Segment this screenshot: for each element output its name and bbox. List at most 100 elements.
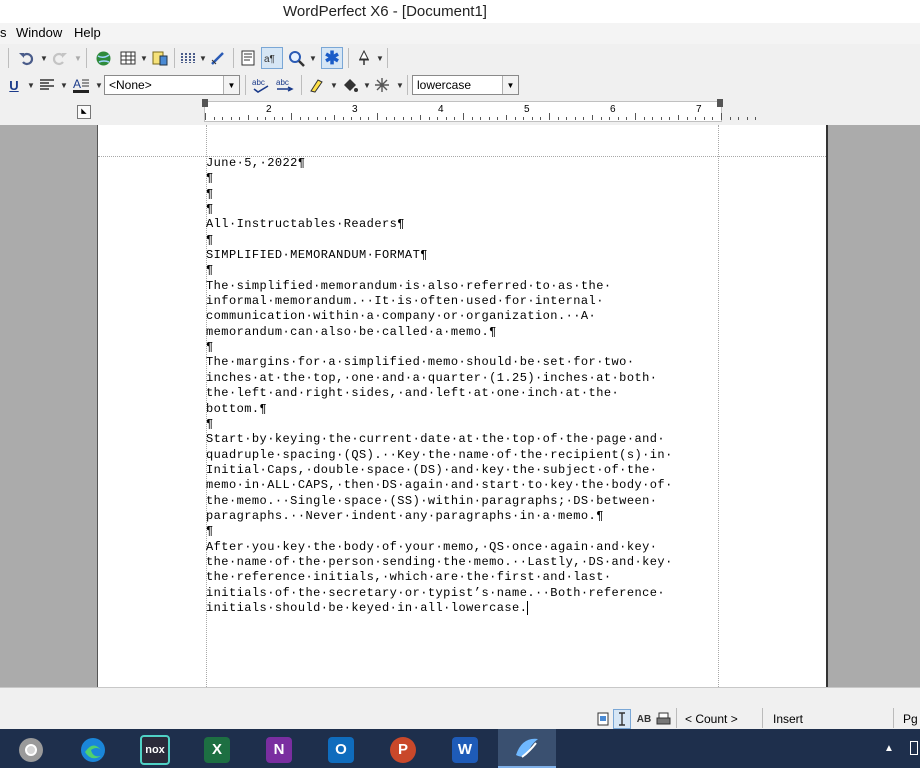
document-line[interactable]: initials·of·the·secretary·or·typist’s·na… — [206, 586, 726, 601]
draw-line-button[interactable] — [208, 48, 228, 68]
reveal-button[interactable]: ✱ — [321, 47, 343, 69]
justification-dropdown-icon[interactable]: ▼ — [60, 81, 68, 90]
ruler-tick — [385, 117, 387, 120]
document-line[interactable]: the·reference·initials,·which·are·the·fi… — [206, 570, 726, 585]
ruler-corner-icon[interactable]: ◣ — [77, 105, 91, 119]
undo-dropdown-icon[interactable]: ▼ — [40, 54, 48, 63]
justification-button[interactable] — [38, 75, 56, 95]
taskbar-chrome[interactable] — [8, 733, 54, 766]
underline-dropdown-icon[interactable]: ▼ — [27, 81, 35, 90]
table-button[interactable] — [118, 48, 138, 68]
navigator-dropdown-icon[interactable]: ▼ — [376, 54, 384, 63]
style-combo-arrow-icon[interactable]: ▼ — [223, 76, 239, 94]
menu-window[interactable]: Window — [16, 25, 62, 40]
tray-chevron-icon[interactable]: ▲ — [884, 743, 894, 754]
table-dropdown-icon[interactable]: ▼ — [140, 54, 148, 63]
document-line[interactable]: the·name·of·the·person·sending·the·memo.… — [206, 555, 726, 570]
right-margin-marker-icon[interactable] — [717, 99, 723, 107]
underline-button[interactable]: U — [6, 75, 22, 95]
columns-dropdown-icon[interactable]: ▼ — [199, 54, 207, 63]
document-line[interactable]: ¶ — [206, 233, 726, 248]
font-color-dropdown-icon[interactable]: ▼ — [95, 81, 103, 90]
internet-button[interactable] — [93, 48, 113, 68]
document-line[interactable]: June·5,·2022¶ — [206, 156, 726, 171]
document-line[interactable]: quadruple·spacing·(QS).··Key·the·name·of… — [206, 448, 726, 463]
document-line[interactable]: ¶ — [206, 340, 726, 355]
shading-button[interactable] — [340, 75, 360, 95]
document-line[interactable]: The·simplified·memorandum·is·also·referr… — [206, 279, 726, 294]
document-line[interactable]: ¶ — [206, 171, 726, 186]
document-line[interactable]: bottom.¶ — [206, 402, 726, 417]
document-line[interactable]: Start·by·keying·the·current·date·at·the·… — [206, 432, 726, 447]
redo-dropdown-icon[interactable]: ▼ — [74, 54, 82, 63]
document-line[interactable]: inches·at·the·top,·one·and·a·quarter·(1.… — [206, 371, 726, 386]
tray-device-icon[interactable] — [910, 741, 918, 755]
ruler-tick — [531, 117, 533, 120]
document-line[interactable]: SIMPLIFIED·MEMORANDUM·FORMAT¶ — [206, 248, 726, 263]
ruler-tick — [566, 117, 568, 120]
document-line[interactable]: memo·in·ALL·CAPS,·then·DS·again·and·star… — [206, 478, 726, 493]
document-line[interactable]: ¶ — [206, 417, 726, 432]
navigator-button[interactable] — [354, 48, 374, 68]
taskbar-edge[interactable] — [70, 733, 116, 766]
show-symbols-button[interactable]: a¶ — [261, 47, 283, 69]
font-color-button[interactable]: A — [71, 75, 91, 95]
case-combo-arrow-icon[interactable]: ▼ — [502, 76, 518, 94]
zoom-dropdown-icon[interactable]: ▼ — [309, 54, 317, 63]
ruler-tick — [213, 117, 215, 120]
document-line[interactable]: Initial·Caps,·double·space·(DS)·and·key·… — [206, 463, 726, 478]
page-view-button[interactable] — [238, 48, 258, 68]
redo-button[interactable] — [50, 48, 70, 68]
doc-status-button[interactable] — [596, 709, 610, 729]
printer-status-button[interactable] — [655, 709, 671, 729]
document-line[interactable]: paragraphs.··Never·indent·any·paragraphs… — [206, 509, 726, 524]
page-status[interactable]: Pg — [903, 712, 918, 726]
ruler-tick — [506, 115, 507, 120]
ruler-tick — [712, 117, 714, 120]
taskbar-powerpoint[interactable]: P — [380, 733, 426, 766]
count-status[interactable]: < Count > — [685, 712, 738, 726]
table-icon — [120, 51, 136, 65]
taskbar-nox[interactable]: nox — [132, 733, 178, 766]
document-line[interactable]: After·you·key·the·body·of·your·memo,·QS·… — [206, 540, 726, 555]
taskbar-outlook[interactable]: O — [318, 733, 364, 766]
case-combo[interactable]: lowercase ▼ — [412, 75, 519, 95]
document-line[interactable]: memorandum·can·also·be·called·a·memo.¶ — [206, 325, 726, 340]
taskbar-wordperfect[interactable] — [498, 729, 556, 768]
menu-item-partial[interactable]: s — [0, 25, 7, 40]
autocorrect-status-button[interactable]: AB — [635, 709, 653, 729]
document-line[interactable]: ¶ — [206, 524, 726, 539]
insert-mode-status[interactable]: Insert — [773, 712, 803, 726]
spell-check-button[interactable]: abc — [250, 75, 272, 95]
taskbar-excel[interactable]: X — [194, 733, 240, 766]
grammar-check-button[interactable]: abc — [274, 75, 296, 95]
taskbar-word[interactable]: W — [442, 733, 488, 766]
reveal-codes-status-button[interactable] — [613, 709, 631, 729]
zoom-button[interactable] — [286, 48, 306, 68]
taskbar-onenote[interactable]: N — [256, 733, 302, 766]
highlight-dropdown-icon[interactable]: ▼ — [330, 81, 338, 90]
transition-dropdown-icon[interactable]: ▼ — [396, 81, 404, 90]
transition-button[interactable] — [373, 75, 393, 95]
ruler[interactable]: 2 3 4 5 6 7 — [202, 99, 757, 122]
document-line[interactable]: the·left·and·right·sides,·and·left·at·on… — [206, 386, 726, 401]
menu-help[interactable]: Help — [74, 25, 101, 40]
document-line[interactable]: communication·within·a·company·or·organi… — [206, 309, 726, 324]
document-line[interactable]: All·Instructables·Readers¶ — [206, 217, 726, 232]
document-line[interactable]: The·margins·for·a·simplified·memo·should… — [206, 355, 726, 370]
style-combo[interactable]: <None> ▼ — [104, 75, 240, 95]
document-line[interactable]: the·memo.··Single·space·(SS)·within·para… — [206, 494, 726, 509]
left-margin-marker-icon[interactable] — [202, 99, 208, 107]
columns-button[interactable] — [178, 48, 198, 68]
document-text[interactable]: June·5,·2022¶ ¶ ¶ ¶ All·Instructables·Reader… — [206, 156, 726, 616]
insert-image-button[interactable] — [150, 48, 170, 68]
document-line[interactable]: informal·memorandum.··It·is·often·used·f… — [206, 294, 726, 309]
document-page[interactable]: June·5,·2022¶ ¶ ¶ ¶ All·Instructables·Reader… — [97, 125, 828, 687]
document-line[interactable]: ¶ — [206, 263, 726, 278]
document-line[interactable]: ¶ — [206, 187, 726, 202]
highlight-button[interactable] — [307, 75, 327, 95]
document-line[interactable]: initials·should·be·keyed·in·all·lowercas… — [206, 600, 726, 616]
undo-button[interactable] — [16, 48, 36, 68]
document-line[interactable]: ¶ — [206, 202, 726, 217]
shading-dropdown-icon[interactable]: ▼ — [363, 81, 371, 90]
